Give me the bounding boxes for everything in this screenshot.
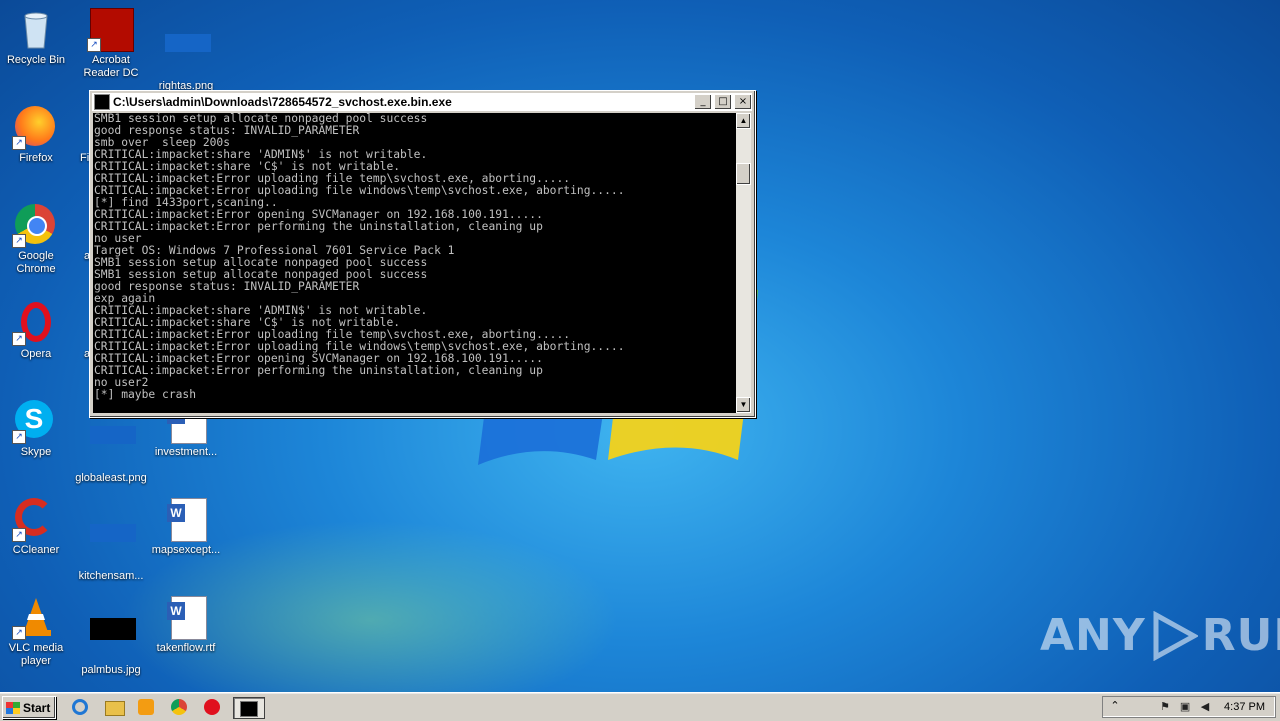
desktop-icon-vlc[interactable]: ↗ VLC media player: [0, 596, 74, 668]
desktop-icon-palmbus[interactable]: palmbus.jpg: [73, 596, 149, 677]
scroll-thumb[interactable]: [736, 163, 751, 185]
ccleaner-icon: ↗: [12, 498, 57, 542]
desktop-icon-kitchensam[interactable]: kitchensam...: [73, 498, 149, 583]
desktop-icon-partial-fi[interactable]: Fi: [52, 106, 92, 165]
opera-icon: ↗: [12, 302, 57, 346]
console-output-text: SMB1 session setup allocate nonpaged poo…: [94, 113, 625, 401]
firefox-icon: ↗: [12, 106, 57, 150]
desktop-icon-acrobat[interactable]: ↗ Acrobat Reader DC: [73, 8, 149, 80]
shortcut-arrow-icon: ↗: [12, 234, 26, 248]
desktop-icon-rightas[interactable]: rightas.png: [148, 8, 224, 93]
chrome-taskbar-icon[interactable]: [169, 697, 191, 717]
word-document-icon: W: [165, 596, 207, 640]
close-button[interactable]: ×: [734, 94, 752, 110]
acrobat-icon: ↗: [87, 8, 134, 52]
desktop-icon-skype[interactable]: S ↗ Skype: [0, 400, 74, 459]
shortcut-arrow-icon: ↗: [87, 38, 101, 52]
ie-taskbar-icon[interactable]: [70, 697, 92, 717]
image-file-icon: [90, 524, 136, 566]
word-document-icon: W: [165, 498, 207, 542]
media-player-taskbar-icon[interactable]: [136, 697, 158, 717]
flag-icon[interactable]: ⚑: [1158, 700, 1172, 714]
vlc-cone-icon: ↗: [12, 596, 57, 640]
start-button[interactable]: Start: [2, 696, 56, 719]
opera-taskbar-icon[interactable]: [202, 697, 224, 717]
taskbar: Start ⌃ ⚑ ▣ ◀ 4:37 PM: [0, 692, 1280, 721]
desktop-icon-partial-a1[interactable]: a: [52, 204, 92, 263]
volume-icon[interactable]: ◀: [1198, 700, 1212, 714]
console-titlebar[interactable]: C:\Users\admin\Downloads\728654572_svcho…: [92, 93, 752, 111]
shortcut-arrow-icon: ↗: [12, 626, 26, 640]
image-file-icon: [90, 618, 136, 660]
recycle-bin-icon: [15, 8, 57, 50]
clock[interactable]: 4:37 PM: [1224, 701, 1265, 713]
desktop-icon-ccleaner[interactable]: ↗ CCleaner: [0, 498, 74, 557]
watermark-left-text: ANY: [1040, 610, 1146, 661]
desktop-icon-takenflow[interactable]: W takenflow.rtf: [148, 596, 224, 655]
shortcut-arrow-icon: ↗: [12, 430, 26, 444]
console-taskbar-button[interactable]: [233, 697, 265, 719]
play-icon: [1153, 610, 1198, 661]
chrome-icon: ↗: [12, 204, 57, 248]
desktop-icon-mapsexcept[interactable]: W mapsexcept...: [148, 498, 224, 557]
network-icon[interactable]: ▣: [1178, 700, 1192, 714]
vertical-scrollbar[interactable]: ▲ ▼: [736, 113, 751, 413]
image-file-icon: [165, 34, 211, 76]
desktop-icon-recycle-bin[interactable]: Recycle Bin: [0, 8, 74, 67]
maximize-button[interactable]: □: [714, 94, 732, 110]
windows-flag-icon: [6, 701, 20, 714]
image-file-icon: [90, 426, 136, 468]
watermark-right-text: RUN: [1201, 610, 1280, 661]
anyrun-watermark: ANY RUN: [1040, 610, 1280, 661]
minimize-button[interactable]: _: [694, 94, 712, 110]
system-tray: ⚑ ▣ ◀ 4:37 PM: [1102, 696, 1276, 718]
console-app-icon: [94, 94, 110, 110]
skype-icon: S ↗: [12, 400, 57, 444]
scroll-down-button[interactable]: ▼: [736, 397, 751, 413]
shortcut-arrow-icon: ↗: [12, 136, 26, 150]
shortcut-arrow-icon: ↗: [12, 528, 26, 542]
console-title: C:\Users\admin\Downloads\728654572_svcho…: [113, 95, 452, 109]
start-label: Start: [23, 700, 51, 715]
console-window[interactable]: C:\Users\admin\Downloads\728654572_svcho…: [89, 90, 756, 418]
desktop-icon-partial-a2[interactable]: a: [52, 302, 92, 361]
console-output-area[interactable]: SMB1 session setup allocate nonpaged poo…: [93, 113, 736, 413]
shortcut-arrow-icon: ↗: [12, 332, 26, 346]
scroll-up-button[interactable]: ▲: [736, 113, 751, 129]
explorer-taskbar-icon[interactable]: [103, 697, 125, 717]
